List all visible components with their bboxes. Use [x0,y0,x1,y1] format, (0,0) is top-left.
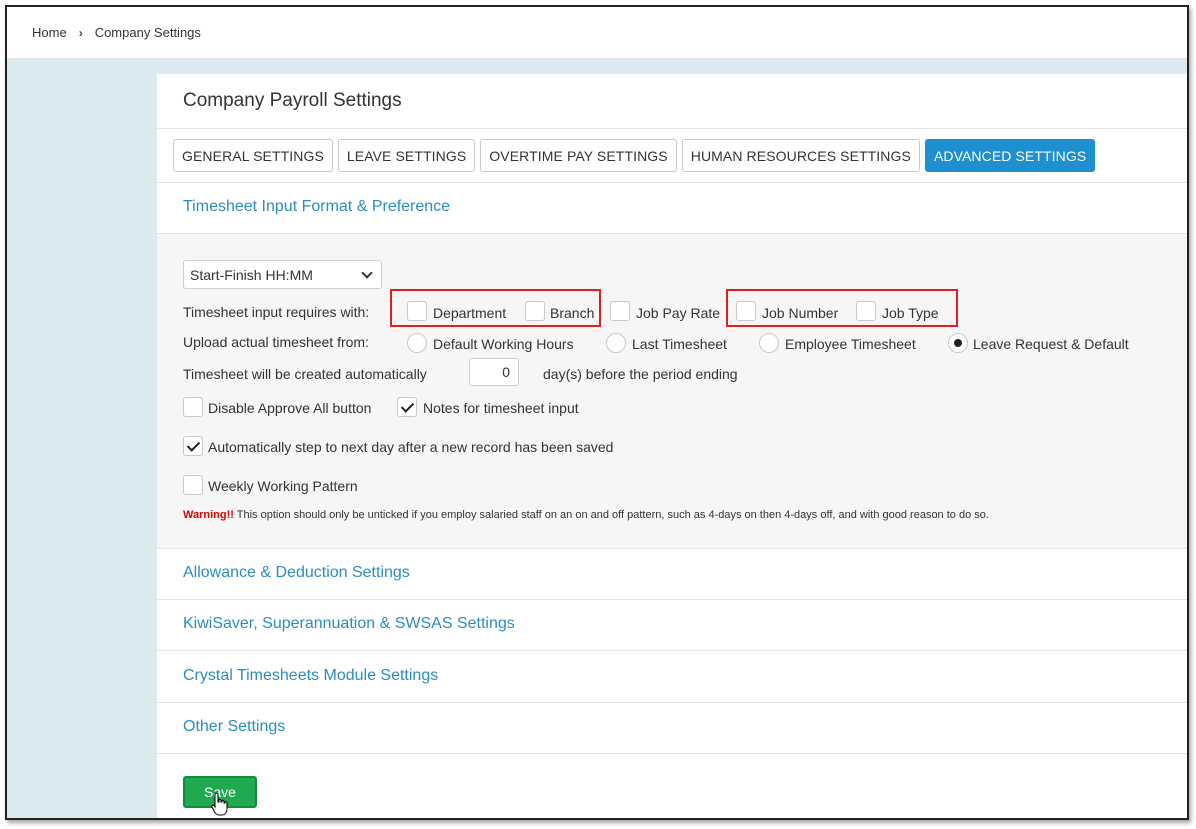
last-timesheet-radio[interactable] [606,333,626,353]
tab-leave-settings[interactable]: LEAVE SETTINGS [337,139,476,172]
tab-advanced-settings[interactable]: ADVANCED SETTINGS [924,139,1096,172]
employee-timesheet-label: Employee Timesheet [785,336,916,352]
weekly-pattern-checkbox[interactable] [183,475,203,495]
last-timesheet-label: Last Timesheet [632,336,727,352]
divider [157,702,1187,703]
breadcrumb-home-link[interactable]: Home [32,25,67,40]
leave-request-default-radio[interactable] [948,333,968,353]
divider [157,182,1187,183]
notes-timesheet-checkbox[interactable] [397,397,417,417]
auto-step-checkbox[interactable] [183,436,203,456]
chevron-right-icon: › [78,25,83,40]
warning-text: This option should only be unticked if y… [233,509,989,521]
disable-approve-all-checkbox[interactable] [183,397,203,417]
auto-create-days-input[interactable]: 0 [469,358,519,386]
job-pay-rate-checkbox[interactable] [610,301,630,321]
auto-step-label: Automatically step to next day after a n… [208,439,614,455]
default-working-hours-radio[interactable] [407,333,427,353]
divider [157,599,1187,600]
divider [157,650,1187,651]
breadcrumb-current: Company Settings [94,25,201,40]
timesheet-format-value: Start-Finish HH:MM [190,266,313,283]
timesheet-settings-body: Start-Finish HH:MM Timesheet input requi… [157,233,1187,549]
tab-bar: GENERAL SETTINGS LEAVE SETTINGS OVERTIME… [173,139,1100,172]
weekly-pattern-label: Weekly Working Pattern [208,478,358,494]
breadcrumb: Home › Company Settings [32,25,201,40]
disable-approve-all-label: Disable Approve All button [208,400,372,416]
highlight-box [390,289,601,327]
tab-overtime-pay-settings[interactable]: OVERTIME PAY SETTINGS [480,139,677,172]
top-bar: Home › Company Settings [7,7,1187,59]
warning-note: Warning!! This option should only be unt… [183,509,989,521]
timesheet-format-select[interactable]: Start-Finish HH:MM [183,260,382,289]
app-window: Home › Company Settings Company Payroll … [5,5,1189,820]
page-title: Company Payroll Settings [183,90,402,111]
tab-human-resources-settings[interactable]: HUMAN RESOURCES SETTINGS [681,139,920,172]
warning-prefix: Warning!! [183,509,234,521]
notes-timesheet-label: Notes for timesheet input [423,400,579,416]
auto-create-label: Timesheet will be created automatically [183,366,427,382]
default-working-hours-label: Default Working Hours [433,336,574,352]
tab-general-settings[interactable]: GENERAL SETTINGS [173,139,333,172]
section-kiwisaver[interactable]: KiwiSaver, Superannuation & SWSAS Settin… [183,615,515,633]
divider [157,128,1187,129]
chevron-down-icon [361,267,373,279]
leave-request-default-label: Leave Request & Default [973,336,1129,352]
section-timesheet-input-format[interactable]: Timesheet Input Format & Preference [183,198,450,216]
settings-panel: Company Payroll Settings GENERAL SETTING… [157,74,1187,818]
section-allowance-deduction[interactable]: Allowance & Deduction Settings [183,564,410,582]
hand-cursor-icon [211,792,228,816]
section-crystal-timesheets[interactable]: Crystal Timesheets Module Settings [183,667,438,685]
divider [157,753,1187,754]
upload-label: Upload actual timesheet from: [183,334,369,350]
requires-label: Timesheet input requires with: [183,304,370,320]
job-pay-rate-label: Job Pay Rate [636,305,721,321]
section-other-settings[interactable]: Other Settings [183,718,285,736]
highlight-box [726,289,958,327]
employee-timesheet-radio[interactable] [759,333,779,353]
auto-create-suffix: day(s) before the period ending [543,366,738,382]
